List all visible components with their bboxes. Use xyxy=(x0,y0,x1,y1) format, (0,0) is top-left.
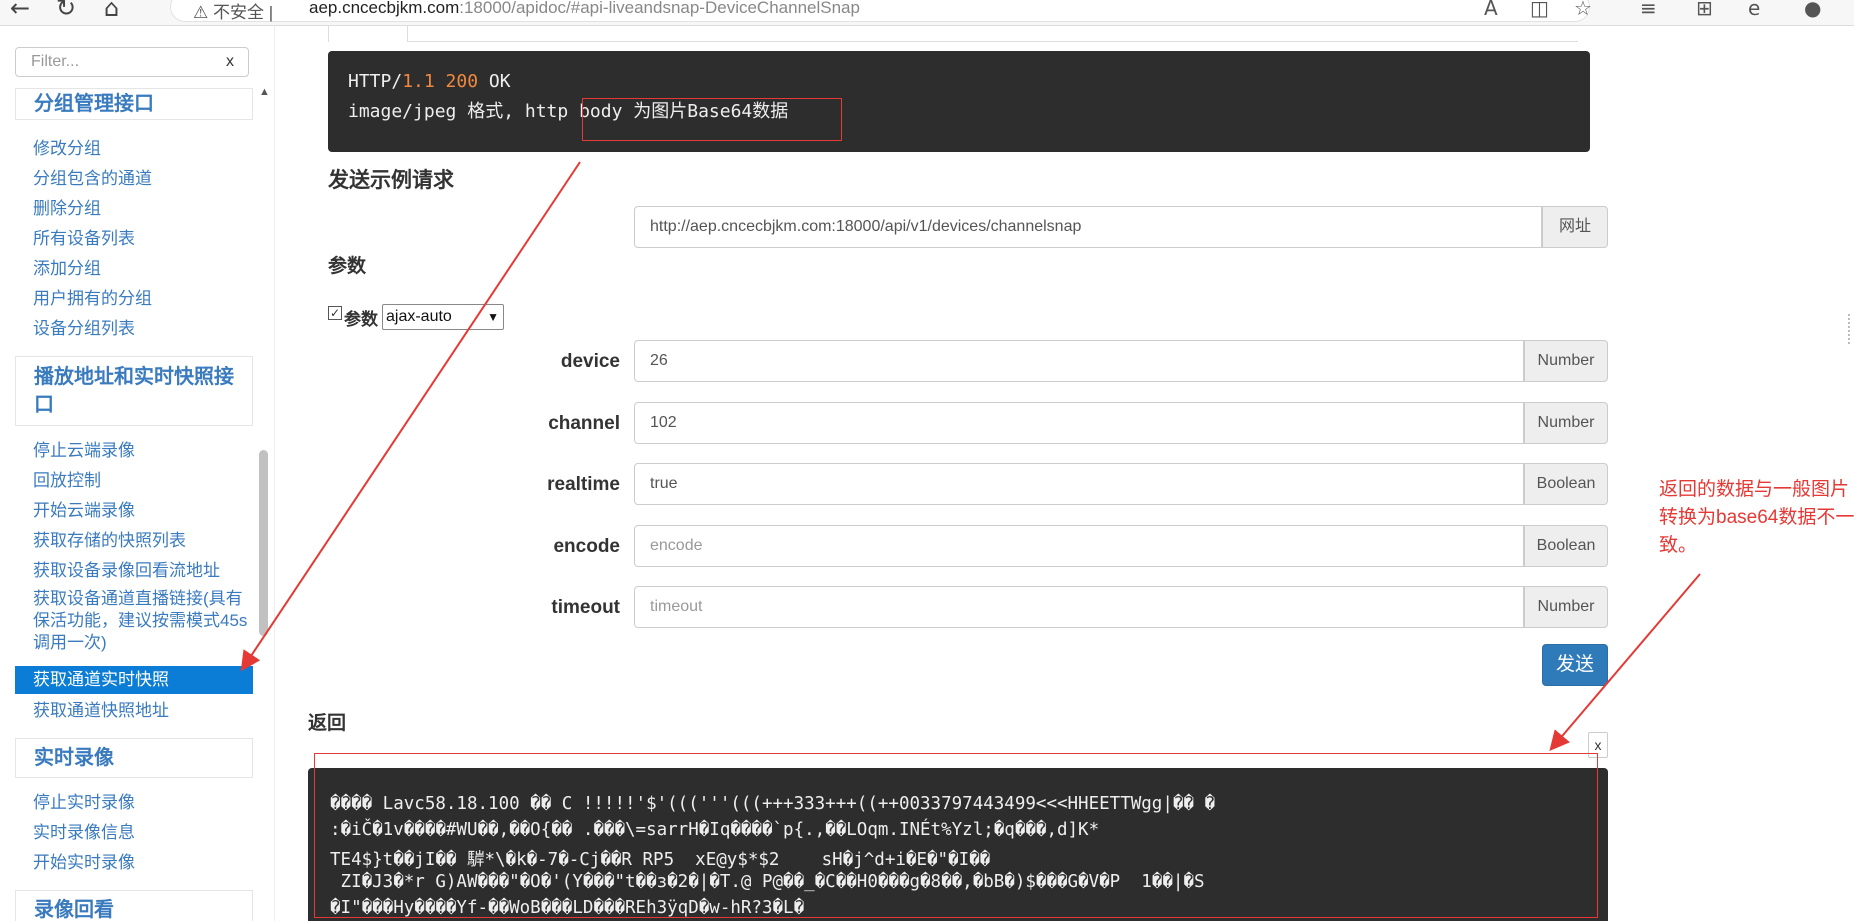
scrollbar-thumb[interactable] xyxy=(259,450,268,636)
sidebar-scrollbar[interactable]: ▲ xyxy=(256,86,272,921)
sidebar-item[interactable]: 分组包含的通道 xyxy=(15,169,253,189)
param-input-realtime[interactable]: true xyxy=(634,463,1524,505)
code-status-text: OK xyxy=(489,71,511,92)
mode-select-value: ajax-auto xyxy=(386,308,452,325)
param-input-encode[interactable]: encode xyxy=(634,525,1524,567)
sidebar-item[interactable]: 回放控制 xyxy=(15,471,253,491)
param-type-timeout: Number xyxy=(1524,586,1608,628)
sidebar-item[interactable]: 用户拥有的分组 xyxy=(15,289,253,309)
collections-icon[interactable]: ⊞ xyxy=(1696,0,1713,20)
params-title: 参数 xyxy=(328,251,366,278)
address-bar[interactable]: ⚠ 不安全 | aep.cncecbjkm.com:18000/apidoc/#… xyxy=(170,0,1590,22)
filter-box: x xyxy=(15,47,249,77)
param-label-encode: encode xyxy=(320,536,620,558)
read-aloud-icon[interactable]: A xyxy=(1484,0,1498,20)
url-host: aep.cncecbjkm.com xyxy=(309,0,459,17)
sidebar-item[interactable]: 获取设备录像回看流地址 xyxy=(15,561,253,581)
sidebar-item[interactable]: 获取通道快照地址 xyxy=(15,701,253,721)
security-warning[interactable]: ⚠ 不安全 | xyxy=(193,0,273,23)
url-addon: 网址 xyxy=(1542,206,1608,248)
code-proto: HTTP/ xyxy=(348,71,402,92)
split-screen-icon[interactable]: ◫ xyxy=(1530,0,1549,20)
security-label: 不安全 xyxy=(213,3,264,22)
group-header-record-playback[interactable]: 录像回看 xyxy=(15,890,253,921)
sidebar-item[interactable]: 修改分组 xyxy=(15,139,253,159)
param-input-device[interactable]: 26 xyxy=(634,340,1524,382)
add-favorite-icon[interactable]: ☆ xyxy=(1574,0,1592,20)
tab-stub xyxy=(328,26,408,42)
param-label-device: device xyxy=(320,351,620,373)
sidebar-item[interactable]: 停止云端录像 xyxy=(15,441,253,461)
highlight-box-output xyxy=(314,753,1598,918)
return-title: 返回 xyxy=(308,708,346,735)
response-example-code: HTTP/1.1 200 OK image/jpeg 格式, http body… xyxy=(328,51,1590,152)
code-status: 200 xyxy=(446,71,479,92)
sidebar-item[interactable]: 实时录像信息 xyxy=(15,823,253,843)
profile-avatar-icon[interactable]: ● xyxy=(1804,0,1821,20)
param-type-encode: Boolean xyxy=(1524,525,1608,567)
url-path: :18000/apidoc/#api-liveandsnap-DeviceCha… xyxy=(459,0,860,17)
main-content: HTTP/1.1 200 OK image/jpeg 格式, http body… xyxy=(276,26,1854,921)
url-text[interactable]: aep.cncecbjkm.com:18000/apidoc/#api-live… xyxy=(309,0,860,18)
send-example-title: 发送示例请求 xyxy=(328,164,454,194)
refresh-icon[interactable]: ↻ xyxy=(56,0,76,22)
browser-toolbar: ← ↻ ⌂ ⚠ 不安全 | aep.cncecbjkm.com:18000/ap… xyxy=(0,0,1854,26)
edge-icon[interactable]: e xyxy=(1748,0,1760,20)
code-version: 1.1 xyxy=(402,71,435,92)
annotation-note: 返回的数据与一般图片转换为base64数据不一致。 xyxy=(1659,476,1854,560)
params-checkbox-label: 参数 xyxy=(344,305,378,330)
params-checkbox[interactable]: ✓ xyxy=(328,306,342,320)
sidebar-item[interactable]: 开始云端录像 xyxy=(15,501,253,521)
api-sidebar: x 分组管理接口 修改分组 分组包含的通道 删除分组 所有设备列表 添加分组 用… xyxy=(0,26,275,921)
group-header-playback-snapshot[interactable]: 播放地址和实时快照接口 xyxy=(15,356,253,426)
sidebar-item[interactable]: 设备分组列表 xyxy=(15,319,253,339)
param-label-realtime: realtime xyxy=(320,474,620,496)
back-arrow-icon[interactable]: ← xyxy=(10,0,30,22)
sidebar-item[interactable]: 删除分组 xyxy=(15,199,253,219)
param-label-channel: channel xyxy=(320,413,620,435)
param-type-device: Number xyxy=(1524,340,1608,382)
favorites-icon[interactable]: ≡ xyxy=(1640,0,1657,20)
tab-divider xyxy=(408,41,1578,42)
page: ← ↻ ⌂ ⚠ 不安全 | aep.cncecbjkm.com:18000/ap… xyxy=(0,0,1854,921)
sidebar-item-active[interactable]: 获取通道实时快照 xyxy=(15,666,253,694)
sidebar-item[interactable]: 获取设备通道直播链接(具有保活功能，建议按需模式45s调用一次) xyxy=(15,588,255,654)
code-line-status: HTTP/1.1 200 OK xyxy=(348,71,511,92)
send-button[interactable]: 发送 xyxy=(1542,644,1608,686)
filter-input[interactable] xyxy=(16,48,216,76)
param-input-timeout[interactable]: timeout xyxy=(634,586,1524,628)
sidebar-item[interactable]: 所有设备列表 xyxy=(15,229,253,249)
request-url-input[interactable]: http://aep.cncecbjkm.com:18000/api/v1/de… xyxy=(634,206,1542,248)
sidebar-item[interactable]: 停止实时录像 xyxy=(15,793,253,813)
sidebar-item[interactable]: 获取存储的快照列表 xyxy=(15,531,253,551)
param-type-realtime: Boolean xyxy=(1524,463,1608,505)
group-header-group-mgmt[interactable]: 分组管理接口 xyxy=(15,88,253,120)
mode-select[interactable]: ajax-auto ▼ xyxy=(382,304,504,330)
home-icon[interactable]: ⌂ xyxy=(104,0,119,22)
filter-clear-button[interactable]: x xyxy=(226,53,234,71)
sidebar-item[interactable]: 添加分组 xyxy=(15,259,253,279)
param-input-channel[interactable]: 102 xyxy=(634,402,1524,444)
gutter-handle[interactable] xyxy=(1848,314,1852,344)
param-label-timeout: timeout xyxy=(320,597,620,619)
sidebar-item[interactable]: 开始实时录像 xyxy=(15,853,253,873)
highlight-box-body xyxy=(582,98,842,141)
param-type-channel: Number xyxy=(1524,402,1608,444)
group-header-live-record[interactable]: 实时录像 xyxy=(15,738,253,778)
scroll-up-icon[interactable]: ▲ xyxy=(259,86,270,98)
chevron-down-icon: ▼ xyxy=(487,305,499,329)
